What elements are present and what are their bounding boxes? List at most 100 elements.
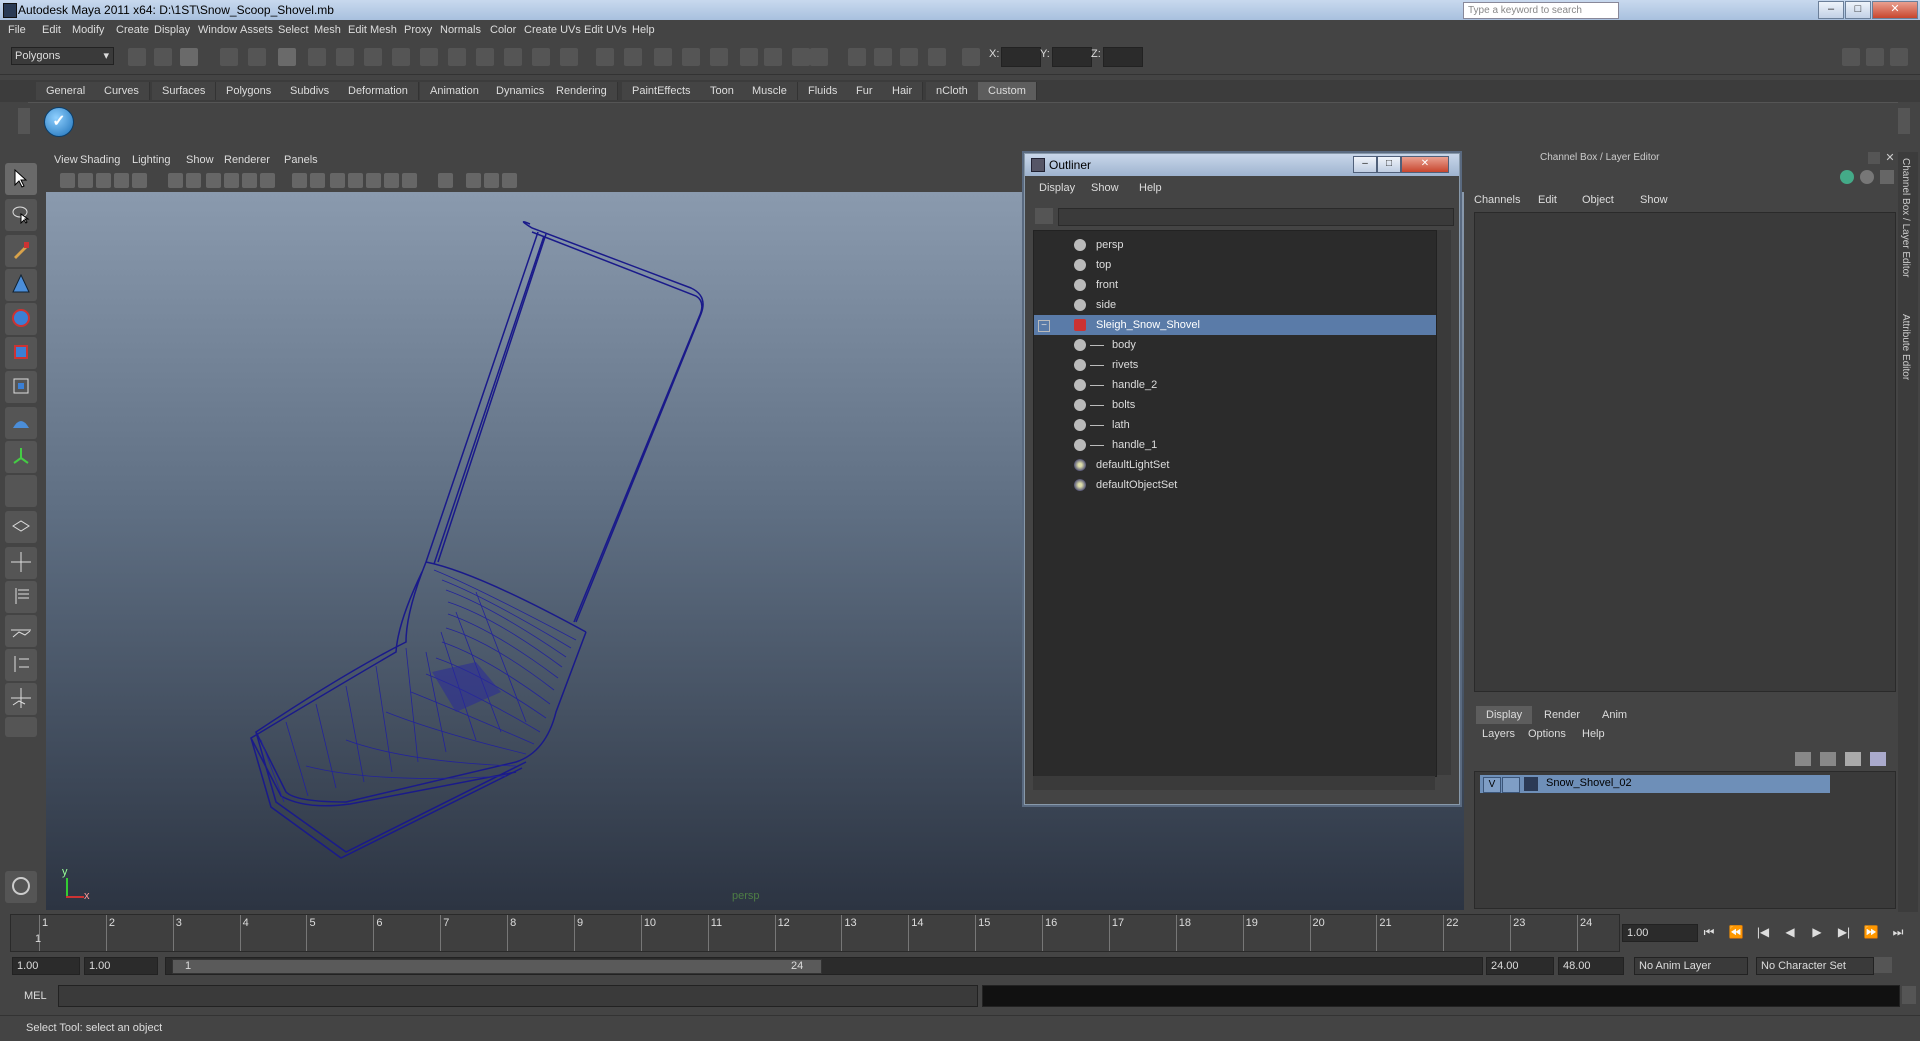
high-quality-icon[interactable]: [502, 173, 517, 188]
move-tool-icon[interactable]: [5, 269, 37, 301]
step-back-key-icon[interactable]: ⏪: [1727, 924, 1745, 940]
snap-grid-icon[interactable]: [596, 48, 614, 66]
layer-visibility-toggle[interactable]: V: [1483, 777, 1501, 793]
smooth-shade-icon[interactable]: [310, 173, 325, 188]
layer-color-swatch[interactable]: [1524, 777, 1538, 791]
soft-mod-tool-icon[interactable]: [5, 407, 37, 439]
select-deform-icon[interactable]: [448, 48, 466, 66]
outliner-item[interactable]: top: [1034, 255, 1436, 275]
close-button[interactable]: ✕: [1872, 1, 1918, 19]
z-field[interactable]: [1103, 47, 1143, 67]
checkmark-shelf-icon[interactable]: ✓: [44, 107, 74, 137]
maximize-button[interactable]: □: [1845, 1, 1871, 19]
outliner-menu-show[interactable]: Show: [1091, 182, 1119, 194]
viewport-menu-renderer[interactable]: Renderer: [224, 154, 270, 166]
anim-layer-dropdown[interactable]: No Anim Layer: [1634, 957, 1748, 975]
menu-edit-mesh[interactable]: Edit Mesh: [348, 24, 397, 36]
snap-point-icon[interactable]: [654, 48, 672, 66]
outliner-filter-input[interactable]: [1058, 208, 1454, 226]
film-gate-icon[interactable]: [168, 173, 183, 188]
outliner-item[interactable]: front: [1034, 275, 1436, 295]
shelf-tab-dynamics[interactable]: Dynamics: [486, 82, 556, 100]
outliner-item[interactable]: persp: [1034, 235, 1436, 255]
image-plane-icon[interactable]: [114, 173, 129, 188]
paint-select-tool-icon[interactable]: [5, 235, 37, 267]
ref-editor-icon[interactable]: [928, 48, 946, 66]
menu-assets[interactable]: Assets: [240, 24, 273, 36]
bookmark-icon[interactable]: [96, 173, 111, 188]
menu-help[interactable]: Help: [632, 24, 655, 36]
make-live-icon[interactable]: [710, 48, 728, 66]
select-render-icon[interactable]: [504, 48, 522, 66]
outliner-vertical-scrollbar[interactable]: [1437, 230, 1451, 775]
four-view-layout-icon[interactable]: [5, 547, 37, 579]
go-to-start-icon[interactable]: ⏮: [1700, 924, 1718, 940]
input-ops-icon[interactable]: [740, 48, 758, 66]
shelf-tab-polygons[interactable]: Polygons: [216, 82, 283, 100]
menu-proxy[interactable]: Proxy: [404, 24, 432, 36]
select-tool-icon[interactable]: [5, 163, 37, 195]
custom-layout-icon[interactable]: [5, 683, 37, 715]
wireframe-icon[interactable]: [292, 173, 307, 188]
outliner-item[interactable]: − Sleigh_Snow_Shovel: [1034, 315, 1436, 335]
layer-tab-display[interactable]: Display: [1476, 706, 1533, 724]
isolate-select-icon[interactable]: [438, 173, 453, 188]
open-scene-icon[interactable]: [154, 48, 172, 66]
layer-menu-layers[interactable]: Layers: [1482, 728, 1515, 740]
command-input[interactable]: [58, 985, 978, 1007]
show-hide-channel-box-icon[interactable]: [1890, 48, 1908, 66]
outliner-maximize-button[interactable]: □: [1377, 156, 1401, 173]
playback-start-field[interactable]: 1.00: [84, 957, 158, 975]
hotbox-icon[interactable]: [5, 871, 37, 903]
channelbox-menu-show[interactable]: Show: [1640, 194, 1668, 206]
menu-display[interactable]: Display: [154, 24, 190, 36]
select-handle-icon[interactable]: [336, 48, 354, 66]
menu-color[interactable]: Color: [490, 24, 516, 36]
rotate-tool-icon[interactable]: [5, 303, 37, 335]
character-set-dropdown[interactable]: No Character Set: [1756, 957, 1874, 975]
select-camera-icon[interactable]: [60, 173, 75, 188]
outliner-item[interactable]: side: [1034, 295, 1436, 315]
save-scene-icon[interactable]: [180, 48, 198, 66]
channelbox-pin-icon[interactable]: [1880, 170, 1894, 184]
viewport-menu-panels[interactable]: Panels: [284, 154, 318, 166]
current-time-field[interactable]: 1.00: [1622, 924, 1698, 942]
outliner-item[interactable]: handle_2: [1034, 375, 1436, 395]
outliner-minimize-button[interactable]: –: [1353, 156, 1377, 173]
x-field[interactable]: [1001, 47, 1041, 67]
play-backward-icon[interactable]: ◀: [1781, 924, 1799, 940]
viewport-menu-show[interactable]: Show: [186, 154, 214, 166]
outliner-item[interactable]: lath: [1034, 415, 1436, 435]
menu-select[interactable]: Select: [278, 24, 309, 36]
select-by-hierarchy-icon[interactable]: [220, 48, 238, 66]
render-current-icon[interactable]: [810, 48, 828, 66]
shelf-tab-hair[interactable]: Hair: [882, 82, 924, 100]
channelbox-close-icon[interactable]: ✕: [1884, 152, 1896, 164]
gate-mask-icon[interactable]: [206, 173, 221, 188]
field-chart-icon[interactable]: [224, 173, 239, 188]
minimize-button[interactable]: –: [1818, 1, 1844, 19]
output-ops-icon[interactable]: [764, 48, 782, 66]
channelbox-menu-edit[interactable]: Edit: [1538, 194, 1557, 206]
channelbox-speed-icon[interactable]: [1860, 170, 1874, 184]
shelf-tab-ncloth[interactable]: nCloth: [926, 82, 979, 100]
shelf-tab-rendering[interactable]: Rendering: [546, 82, 618, 100]
shelf-tab-toon[interactable]: Toon: [700, 82, 745, 100]
show-hide-attribute-editor-icon[interactable]: [1842, 48, 1860, 66]
playback-end-field[interactable]: 24.00: [1486, 957, 1554, 975]
select-misc-icon[interactable]: [532, 48, 550, 66]
hypershade-icon[interactable]: [900, 48, 918, 66]
all-lights-icon[interactable]: [384, 173, 399, 188]
side-tab-attribute-editor[interactable]: Attribute Editor: [1900, 314, 1911, 380]
input-mode-icon[interactable]: [962, 48, 980, 66]
shelf-tab-fur[interactable]: Fur: [846, 82, 884, 100]
select-joint-icon[interactable]: [364, 48, 382, 66]
step-forward-frame-icon[interactable]: ▶|: [1835, 924, 1853, 940]
safe-title-icon[interactable]: [260, 173, 275, 188]
outliner-item[interactable]: defaultLightSet: [1034, 455, 1436, 475]
menu-create-uvs[interactable]: Create UVs: [524, 24, 581, 36]
lasso-tool-icon[interactable]: [5, 199, 37, 231]
outliner-item[interactable]: body: [1034, 335, 1436, 355]
camera-attributes-icon[interactable]: [78, 173, 93, 188]
textured-icon[interactable]: [348, 173, 363, 188]
